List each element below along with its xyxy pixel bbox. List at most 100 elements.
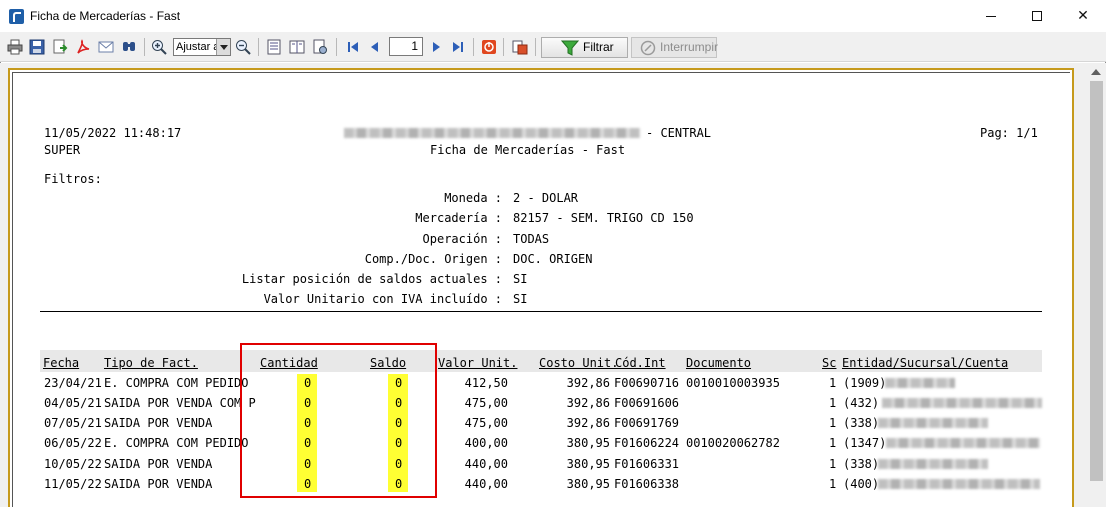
column-header-fecha: Fecha — [43, 356, 80, 370]
filter-value: TODAS — [513, 232, 550, 246]
cell-costo-unit: 380,95 — [566, 477, 610, 491]
cell-fecha: 04/05/21 — [44, 396, 102, 410]
toolbar-separator — [503, 38, 504, 56]
cell-valor-unit: 475,00 — [464, 396, 508, 410]
cell-costo-unit: 380,95 — [566, 436, 610, 450]
cell-tipo: SAIDA POR VENDA — [104, 416, 213, 430]
column-header-tipo: Tipo de Fact. — [104, 356, 198, 370]
cell-entidad: (400) — [843, 477, 880, 491]
filter-button[interactable]: Filtrar — [541, 37, 628, 58]
cell-costo-unit: 392,86 — [566, 416, 610, 430]
redacted-entity-name — [878, 459, 988, 469]
maximize-button[interactable] — [1014, 0, 1060, 32]
print-icon[interactable] — [7, 39, 23, 55]
redacted-company-name — [344, 128, 640, 138]
scroll-up-icon[interactable] — [1091, 69, 1101, 75]
filter-label: Comp./Doc. Origen : — [364, 252, 502, 266]
title-bar: Ficha de Mercaderías - Fast ✕ — [0, 0, 1106, 32]
previous-page-icon[interactable] — [367, 39, 383, 55]
app-icon — [9, 9, 24, 24]
filter-label: Mercadería : — [415, 211, 502, 225]
cell-entidad: (1909) — [843, 376, 887, 390]
cell-sc: 1 — [829, 436, 837, 450]
cell-fecha: 10/05/22 — [44, 457, 102, 471]
cell-entidad: (432) — [843, 396, 880, 410]
scroll-thumb[interactable] — [1090, 81, 1103, 481]
minimize-button[interactable] — [968, 0, 1014, 32]
cell-sc: 1 — [829, 477, 837, 491]
toolbar-separator — [535, 38, 536, 56]
cell-entidad: (338) — [843, 457, 880, 471]
cell-cod-int: F01606224 — [614, 436, 680, 450]
filter-value: 82157 - SEM. TRIGO CD 150 — [513, 211, 694, 225]
cell-costo-unit: 392,86 — [566, 376, 610, 390]
cell-valor-unit: 475,00 — [464, 416, 508, 430]
cell-tipo: SAIDA POR VENDA COM P — [104, 396, 256, 410]
toolbar-separator — [336, 38, 337, 56]
two-pages-icon[interactable] — [289, 39, 305, 55]
page-number-input[interactable]: 1 — [389, 37, 423, 56]
interrupt-icon — [640, 40, 656, 56]
cell-tipo: SAIDA POR VENDA — [104, 477, 213, 491]
zoom-select[interactable]: Ajustar a — [173, 38, 231, 56]
filter-icon — [561, 40, 579, 56]
find-icon[interactable] — [121, 39, 137, 55]
cell-valor-unit: 440,00 — [464, 457, 508, 471]
page-setup-icon[interactable] — [312, 39, 328, 55]
next-page-icon[interactable] — [428, 39, 444, 55]
zoom-in-icon[interactable] — [151, 39, 167, 55]
close-button[interactable]: ✕ — [1060, 0, 1106, 32]
toolbar-separator — [144, 38, 145, 56]
cell-valor-unit: 400,00 — [464, 436, 508, 450]
toolbar-separator — [258, 38, 259, 56]
redacted-entity-name — [878, 479, 1040, 489]
filter-value: SI — [513, 292, 528, 306]
cell-sc: 1 — [829, 457, 837, 471]
chevron-down-icon — [216, 39, 230, 55]
column-header-documento: Documento — [686, 356, 752, 370]
cell-sc: 1 — [829, 396, 837, 410]
vertical-scrollbar[interactable] — [1087, 63, 1106, 507]
redacted-entity-name — [882, 398, 1042, 408]
column-header-entidad: Entidad/Sucursal/Cuenta — [842, 356, 1009, 370]
cell-documento: 0010020062782 — [686, 436, 780, 450]
filter-label: Operación : — [422, 232, 502, 246]
save-icon[interactable] — [29, 39, 45, 55]
page-width-icon[interactable] — [266, 39, 282, 55]
cell-cod-int: F00691606 — [614, 396, 680, 410]
stop-icon[interactable] — [481, 39, 497, 55]
zoom-out-icon[interactable] — [235, 39, 251, 55]
design-icon[interactable] — [512, 39, 528, 55]
export-icon[interactable] — [52, 39, 68, 55]
cell-documento: 0010010003935 — [686, 376, 780, 390]
filter-value: SI — [513, 272, 528, 286]
cell-entidad: (1347) — [843, 436, 887, 450]
interrupt-button[interactable]: Interrumpir — [631, 37, 718, 58]
first-page-icon[interactable] — [345, 39, 361, 55]
cell-sc: 1 — [829, 416, 837, 430]
pdf-icon[interactable] — [75, 39, 91, 55]
divider — [40, 311, 1042, 312]
report-company-suffix: - CENTRAL — [646, 126, 712, 140]
annotation-box — [240, 343, 437, 498]
filter-label: Valor Unitario con IVA incluído : — [263, 292, 502, 306]
email-icon[interactable] — [98, 39, 114, 55]
filters-label: Filtros: — [44, 172, 102, 186]
redacted-entity-name — [885, 378, 955, 388]
redacted-entity-name — [878, 418, 988, 428]
cell-tipo: E. COMPRA COM PEDIDO — [104, 436, 249, 450]
zoom-value: Ajustar a — [176, 41, 220, 53]
cell-cod-int: F00690716 — [614, 376, 680, 390]
cell-fecha: 07/05/21 — [44, 416, 102, 430]
cell-cod-int: F00691769 — [614, 416, 680, 430]
column-header-sc: Sc — [822, 356, 837, 370]
cell-tipo: E. COMPRA COM PEDIDO — [104, 376, 249, 390]
cell-valor-unit: 412,50 — [464, 376, 508, 390]
toolbar-separator — [473, 38, 474, 56]
cell-entidad: (338) — [843, 416, 880, 430]
cell-cod-int: F01606338 — [614, 477, 680, 491]
last-page-icon[interactable] — [450, 39, 466, 55]
cell-sc: 1 — [829, 376, 837, 390]
toolbar: Ajustar a 1 Filtrar Interrumpir — [0, 32, 1106, 62]
cell-costo-unit: 380,95 — [566, 457, 610, 471]
